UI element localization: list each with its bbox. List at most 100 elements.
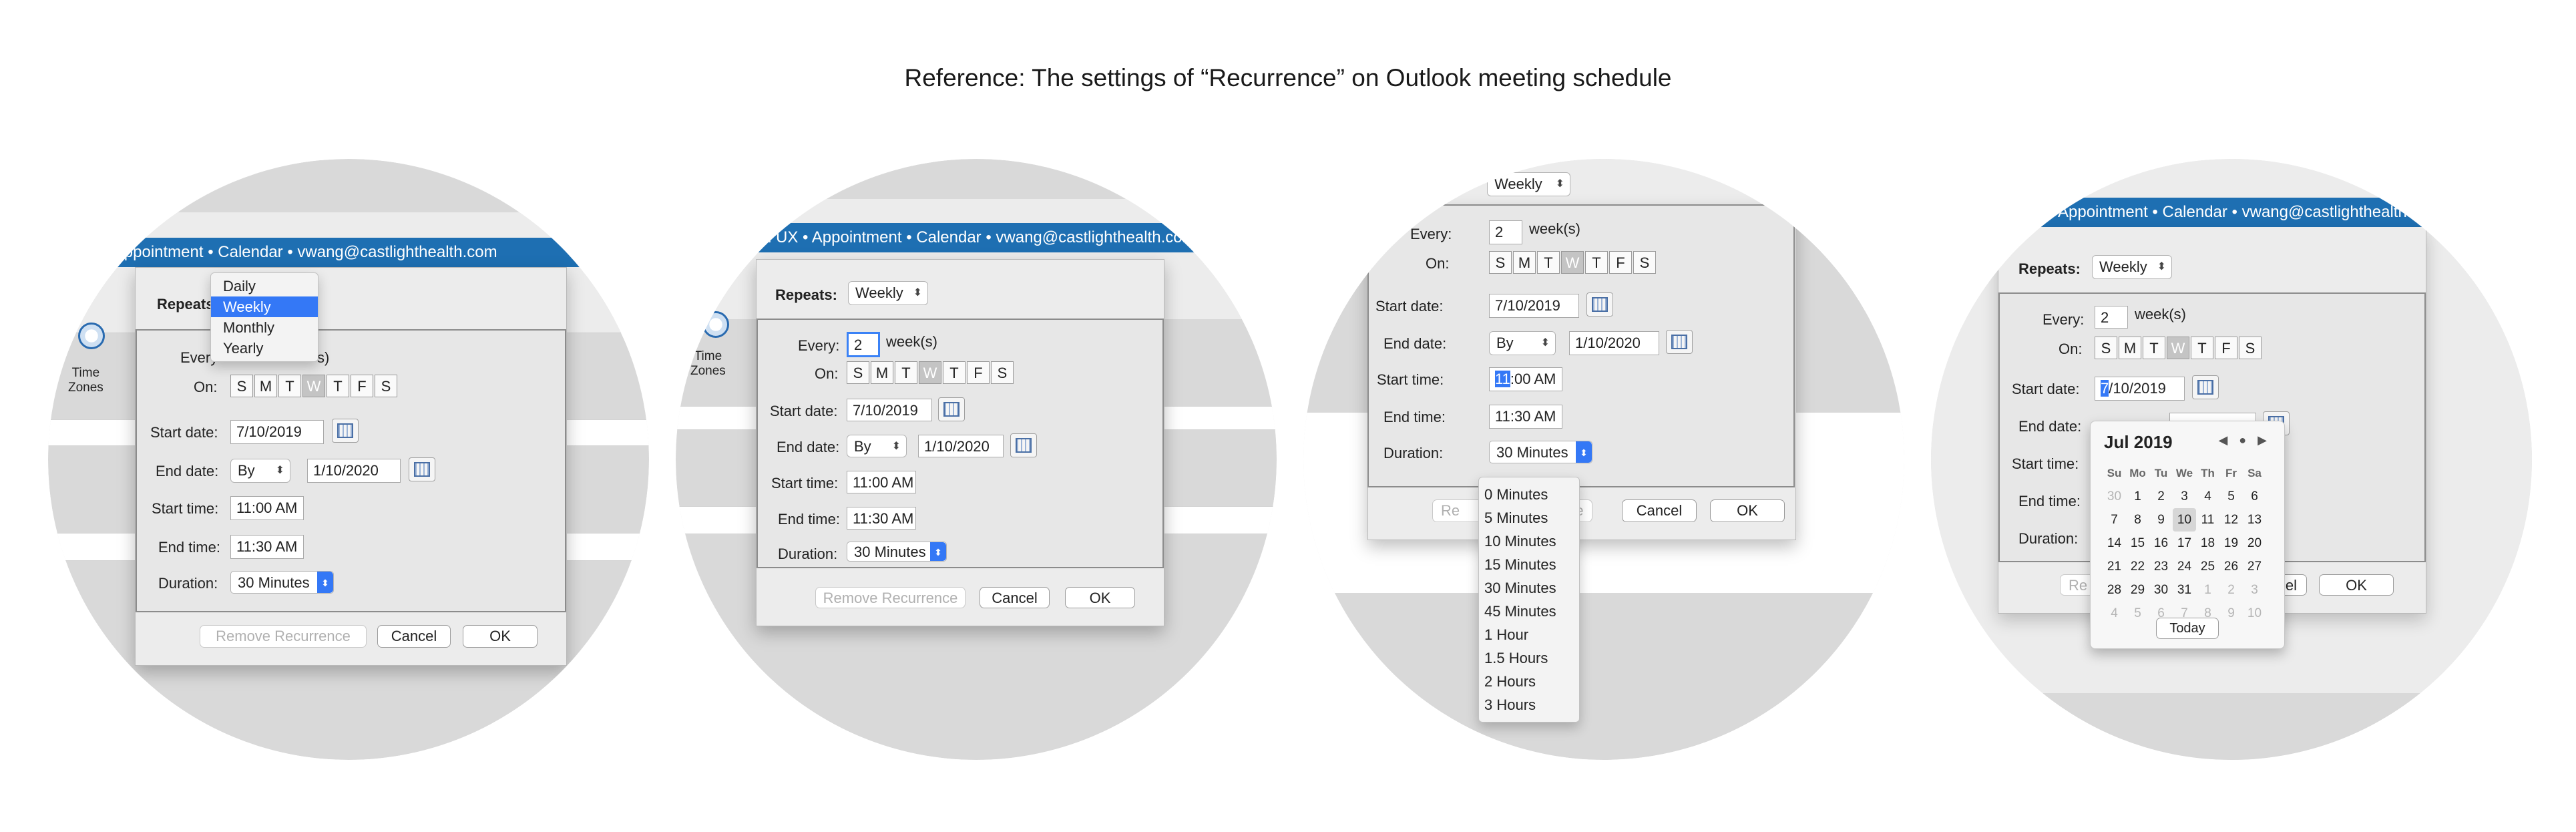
calendar-day[interactable]: 19 (2219, 532, 2243, 555)
calendar-day[interactable]: 20 (2243, 532, 2266, 555)
globe-icon[interactable] (702, 311, 729, 338)
calendar-day[interactable]: 1 (2126, 485, 2149, 508)
weekday-toggle[interactable]: S (2095, 337, 2117, 359)
end-date-calendar-button[interactable] (1666, 330, 1693, 354)
weekday-toggle[interactable]: M (1513, 251, 1536, 274)
weekday-toggle[interactable]: T (2143, 337, 2165, 359)
time-zones-label[interactable]: Time Zones (690, 349, 726, 379)
cancel-button[interactable]: Cancel (1622, 499, 1697, 522)
repeats-menu-item[interactable]: Daily (211, 276, 318, 296)
start-date-field[interactable]: 7/10/2019 (1489, 294, 1579, 318)
start-date-calendar-button[interactable] (1586, 292, 1613, 317)
weekday-toggle[interactable]: T (2191, 337, 2213, 359)
ok-button[interactable]: OK (2319, 574, 2394, 596)
every-field[interactable]: 2 (847, 332, 880, 357)
start-date-field[interactable]: 7/10/2019 (2095, 377, 2185, 401)
calendar-day[interactable]: 9 (2219, 602, 2243, 625)
calendar-day[interactable]: 26 (2219, 555, 2243, 578)
weekday-toggle[interactable]: S (991, 361, 1014, 384)
end-time-field[interactable]: 11:30 AM (847, 507, 916, 530)
weekday-toggle[interactable]: M (871, 361, 893, 384)
calendar-day[interactable]: 5 (2219, 485, 2243, 508)
calendar-day[interactable]: 4 (2103, 602, 2126, 625)
start-date-calendar-button[interactable] (938, 397, 965, 421)
end-date-mode-select[interactable]: By ⬍ (1489, 331, 1556, 355)
duration-select[interactable]: 30 Minutes ⬍ (230, 571, 334, 594)
calendar-day[interactable]: 30 (2103, 485, 2126, 508)
remove-recurrence-button[interactable]: Remove Recurrence (815, 587, 965, 608)
calendar-day[interactable]: 21 (2103, 555, 2126, 578)
calendar-day[interactable]: 11 (2196, 508, 2219, 532)
calendar-day[interactable]: 3 (2243, 578, 2266, 602)
calendar-day[interactable]: 25 (2196, 555, 2219, 578)
duration-menu-item[interactable]: 5 Minutes (1479, 506, 1579, 530)
calendar-day[interactable]: 24 (2173, 555, 2196, 578)
weekday-toggle[interactable]: M (2119, 337, 2141, 359)
weekday-toggle[interactable]: F (2215, 337, 2237, 359)
ok-button[interactable]: OK (463, 625, 538, 648)
end-date-field[interactable]: 1/10/2020 (1569, 331, 1659, 355)
duration-menu-item[interactable]: 15 Minutes (1479, 553, 1579, 576)
calendar-day[interactable]: 5 (2126, 602, 2149, 625)
start-date-calendar-button[interactable] (332, 419, 359, 443)
duration-menu-item[interactable]: 3 Hours (1479, 693, 1579, 716)
calendar-day[interactable]: 18 (2196, 532, 2219, 555)
duration-menu-item[interactable]: 30 Minutes (1479, 576, 1579, 600)
duration-menu-item[interactable]: 45 Minutes (1479, 600, 1579, 623)
calendar-day[interactable]: 2 (2219, 578, 2243, 602)
calendar-day[interactable]: 13 (2243, 508, 2266, 532)
start-time-field[interactable]: 11:00 AM (1489, 367, 1562, 391)
calendar-day[interactable]: 1 (2196, 578, 2219, 602)
end-date-calendar-button[interactable] (409, 457, 435, 481)
every-field[interactable]: 2 (2095, 306, 2128, 329)
calendar-day[interactable]: 22 (2126, 555, 2149, 578)
calendar-day[interactable]: 23 (2149, 555, 2173, 578)
duration-select[interactable]: 30 Minutes ⬍ (847, 542, 947, 562)
weekday-toggle[interactable]: T (943, 361, 965, 384)
weekday-toggle[interactable]: F (967, 361, 990, 384)
calendar-day[interactable]: 12 (2219, 508, 2243, 532)
end-date-calendar-button[interactable] (1010, 433, 1037, 457)
start-date-field[interactable]: 7/10/2019 (230, 420, 324, 444)
globe-icon[interactable] (78, 323, 105, 349)
calendar-day[interactable]: 6 (2243, 485, 2266, 508)
calendar-day[interactable]: 30 (2149, 578, 2173, 602)
end-date-mode-select[interactable]: By ⬍ (230, 459, 290, 483)
duration-menu-item[interactable]: 10 Minutes (1479, 530, 1579, 553)
repeats-menu-item[interactable]: Yearly (211, 338, 318, 359)
repeats-menu-item[interactable]: Monthly (211, 317, 318, 338)
remove-recurrence-button[interactable]: Remove Recurrence (200, 625, 367, 648)
weekday-toggle[interactable]: S (847, 361, 869, 384)
weekday-toggle[interactable]: W (2167, 337, 2189, 359)
weekday-toggle[interactable]: S (230, 375, 253, 397)
calendar-day[interactable]: 17 (2173, 532, 2196, 555)
end-date-field[interactable]: 1/10/2020 (918, 435, 1004, 457)
calendar-day[interactable]: 15 (2126, 532, 2149, 555)
calendar-day[interactable]: 14 (2103, 532, 2126, 555)
ok-button[interactable]: OK (1710, 499, 1785, 522)
cancel-button[interactable]: Cancel (377, 625, 451, 648)
calendar-nav-arrows[interactable]: ◀ ● ▶ (2218, 433, 2271, 447)
today-button[interactable]: Today (2156, 618, 2219, 639)
start-date-field[interactable]: 7/10/2019 (847, 399, 932, 421)
calendar-day[interactable]: 7 (2103, 508, 2126, 532)
weekday-toggle[interactable]: S (1633, 251, 1656, 274)
calendar-day[interactable]: 29 (2126, 578, 2149, 602)
weekday-toggle[interactable]: T (1537, 251, 1560, 274)
end-date-mode-select[interactable]: By ⬍ (847, 435, 907, 457)
weekday-toggle[interactable]: M (254, 375, 277, 397)
calendar-day[interactable]: 10 (2243, 602, 2266, 625)
weekday-toggle[interactable]: S (375, 375, 397, 397)
calendar-day[interactable]: 2 (2149, 485, 2173, 508)
end-time-field[interactable]: 11:30 AM (1489, 405, 1562, 429)
calendar-day[interactable]: 28 (2103, 578, 2126, 602)
calendar-day[interactable]: 16 (2149, 532, 2173, 555)
calendar-day[interactable]: 27 (2243, 555, 2266, 578)
duration-menu-item[interactable]: 2 Hours (1479, 670, 1579, 693)
weekday-toggle[interactable]: T (895, 361, 917, 384)
end-date-field[interactable]: 1/10/2020 (307, 459, 401, 483)
calendar-day[interactable]: 3 (2173, 485, 2196, 508)
weekday-toggle[interactable]: F (351, 375, 373, 397)
calendar-day[interactable]: 4 (2196, 485, 2219, 508)
repeats-select[interactable]: Weekly ⬍ (1487, 172, 1570, 196)
